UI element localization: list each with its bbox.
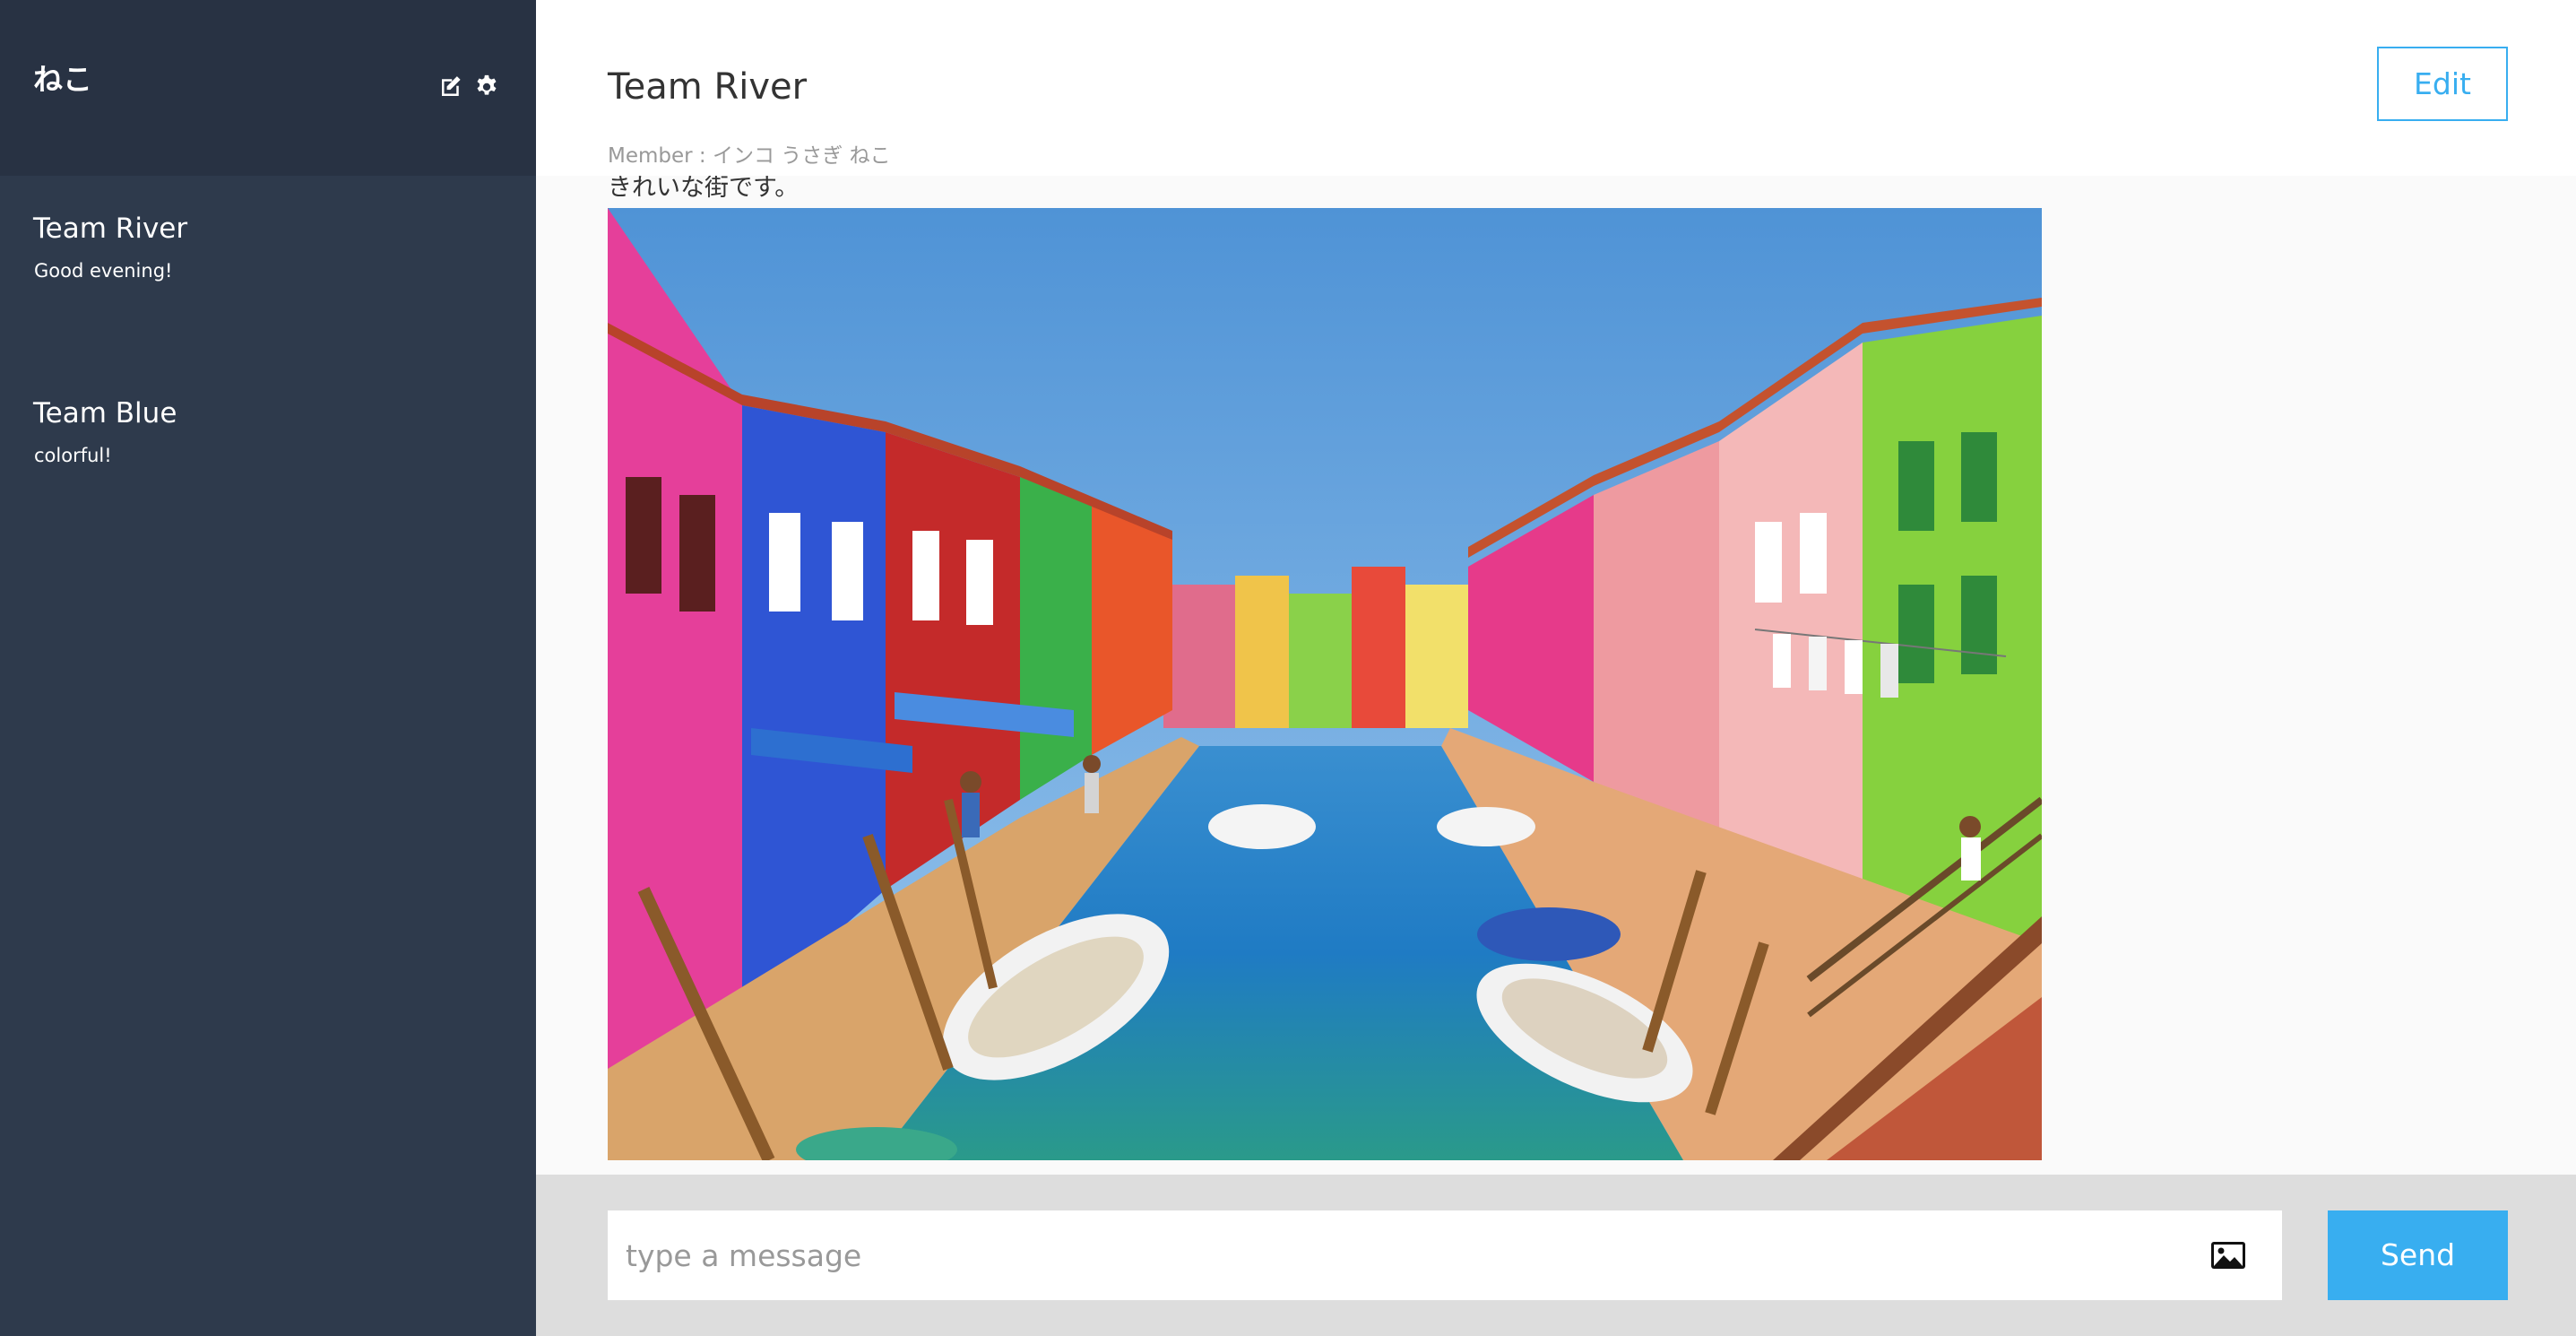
- send-button[interactable]: Send: [2328, 1210, 2508, 1300]
- chat-header: Team River Member : インコ うさぎ ねこ Edit: [536, 0, 2576, 176]
- sidebar-group-team-blue[interactable]: Team Blue colorful!: [0, 360, 536, 522]
- edit-group-button[interactable]: Edit: [2377, 47, 2508, 121]
- group-name: Team River: [33, 213, 188, 245]
- current-user-name: ねこ: [33, 62, 92, 97]
- group-last-message: colorful!: [34, 445, 112, 466]
- group-name: Team Blue: [33, 397, 177, 429]
- sidebar: ねこ Team River Good evening! Team Blue co…: [0, 0, 536, 1336]
- message-list: きれいな街です。: [536, 176, 2576, 1175]
- chat-group-title: Team River: [608, 66, 808, 108]
- image-icon[interactable]: [2210, 1241, 2246, 1270]
- chat-app: ねこ Team River Good evening! Team Blue co…: [0, 0, 2576, 1336]
- colorful-canal-town-photo: [608, 208, 2042, 1160]
- member-list: Member : インコ うさぎ ねこ: [608, 144, 891, 168]
- message-input[interactable]: [608, 1210, 2203, 1300]
- message-form: Send: [536, 1175, 2576, 1336]
- gear-icon[interactable]: [473, 74, 500, 100]
- chat-main: Team River Member : インコ うさぎ ねこ Edit きれいな…: [536, 0, 2576, 1336]
- edit-icon[interactable]: [437, 74, 464, 100]
- sidebar-header: ねこ: [0, 0, 536, 176]
- group-last-message: Good evening!: [34, 260, 173, 282]
- sidebar-group-team-river[interactable]: Team River Good evening!: [0, 176, 536, 337]
- message-input-wrapper: [608, 1210, 2282, 1300]
- message-text: きれいな街です。: [608, 176, 800, 202]
- sidebar-header-icons: [437, 74, 500, 100]
